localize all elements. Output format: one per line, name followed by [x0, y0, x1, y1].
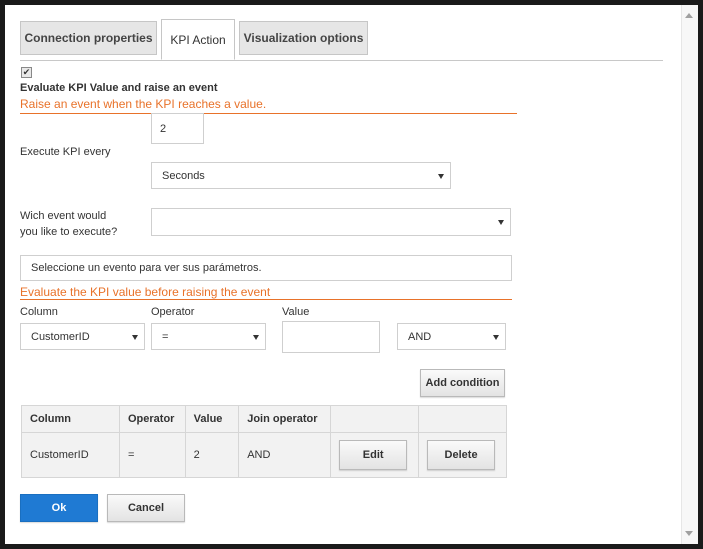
- cancel-button[interactable]: Cancel: [107, 494, 185, 522]
- col-header-operator: Operator: [119, 405, 186, 433]
- raise-section-title: Raise an event when the KPI reaches a va…: [20, 97, 267, 111]
- table-header-row: Column Operator Value Join operator: [21, 405, 507, 433]
- col-header-column: Column: [21, 405, 120, 433]
- unit-select-value: Seconds: [162, 169, 205, 182]
- chevron-down-icon: [253, 334, 259, 340]
- col-header-join: Join operator: [238, 405, 332, 433]
- column-label: Column: [20, 306, 58, 318]
- cell-delete: Delete: [418, 432, 507, 478]
- add-condition-button[interactable]: Add condition: [420, 369, 505, 397]
- cell-join: AND: [238, 432, 332, 478]
- chevron-down-icon: [493, 334, 499, 340]
- conditions-table: Column Operator Value Join operator Cust…: [21, 405, 507, 478]
- event-label: Wich event would you like to execute?: [20, 210, 118, 238]
- event-select[interactable]: [151, 208, 511, 236]
- delete-button[interactable]: Delete: [427, 440, 496, 470]
- column-select[interactable]: CustomerID: [20, 323, 145, 350]
- chevron-down-icon: [498, 220, 504, 225]
- col-header-delete: [418, 405, 507, 433]
- value-label: Value: [282, 306, 310, 318]
- operator-select-value: =: [162, 330, 169, 343]
- join-select[interactable]: AND: [397, 323, 506, 350]
- cell-value: 2: [184, 432, 240, 478]
- tab-label: Connection properties: [24, 31, 153, 45]
- execute-label: Execute KPI every: [20, 146, 111, 158]
- table-row: CustomerID = 2 AND Edit Delete: [21, 432, 507, 478]
- col-header-edit: [330, 405, 420, 433]
- interval-input[interactable]: 2: [151, 113, 204, 144]
- scroll-down-icon[interactable]: [685, 531, 693, 536]
- tab-bar: Connection properties KPI Action Visuali…: [20, 19, 663, 61]
- join-select-value: AND: [408, 330, 432, 343]
- evaluate-label: Evaluate KPI Value and raise an event: [20, 82, 218, 94]
- col-header-value: Value: [184, 405, 240, 433]
- condition-section-divider: [20, 299, 512, 300]
- tab-label: Visualization options: [243, 31, 364, 45]
- operator-label: Operator: [151, 306, 195, 318]
- vertical-scrollbar[interactable]: [681, 5, 698, 544]
- kpi-dialog: Connection properties KPI Action Visuali…: [5, 5, 698, 544]
- cell-column: CustomerID: [21, 432, 120, 478]
- tab-connection-properties[interactable]: Connection properties: [20, 21, 157, 55]
- value-input[interactable]: [282, 321, 380, 353]
- chevron-down-icon: [132, 334, 138, 340]
- condition-section-title: Evaluate the KPI value before raising th…: [20, 285, 271, 299]
- tab-kpi-action[interactable]: KPI Action: [161, 19, 235, 60]
- ok-button[interactable]: Ok: [20, 494, 98, 522]
- event-params-box: Seleccione un evento para ver sus paráme…: [20, 255, 512, 281]
- column-select-value: CustomerID: [31, 330, 90, 343]
- scroll-up-icon[interactable]: [685, 13, 693, 18]
- unit-select[interactable]: Seconds: [151, 162, 451, 189]
- operator-select[interactable]: =: [151, 323, 266, 350]
- cell-edit: Edit: [330, 432, 420, 478]
- raise-section-divider: [20, 113, 517, 114]
- edit-button[interactable]: Edit: [339, 440, 408, 470]
- chevron-down-icon: [438, 173, 444, 179]
- evaluate-checkbox[interactable]: ✔: [21, 67, 32, 78]
- cell-operator: =: [119, 432, 186, 478]
- tab-visualization-options[interactable]: Visualization options: [239, 21, 368, 55]
- tab-label: KPI Action: [170, 32, 226, 47]
